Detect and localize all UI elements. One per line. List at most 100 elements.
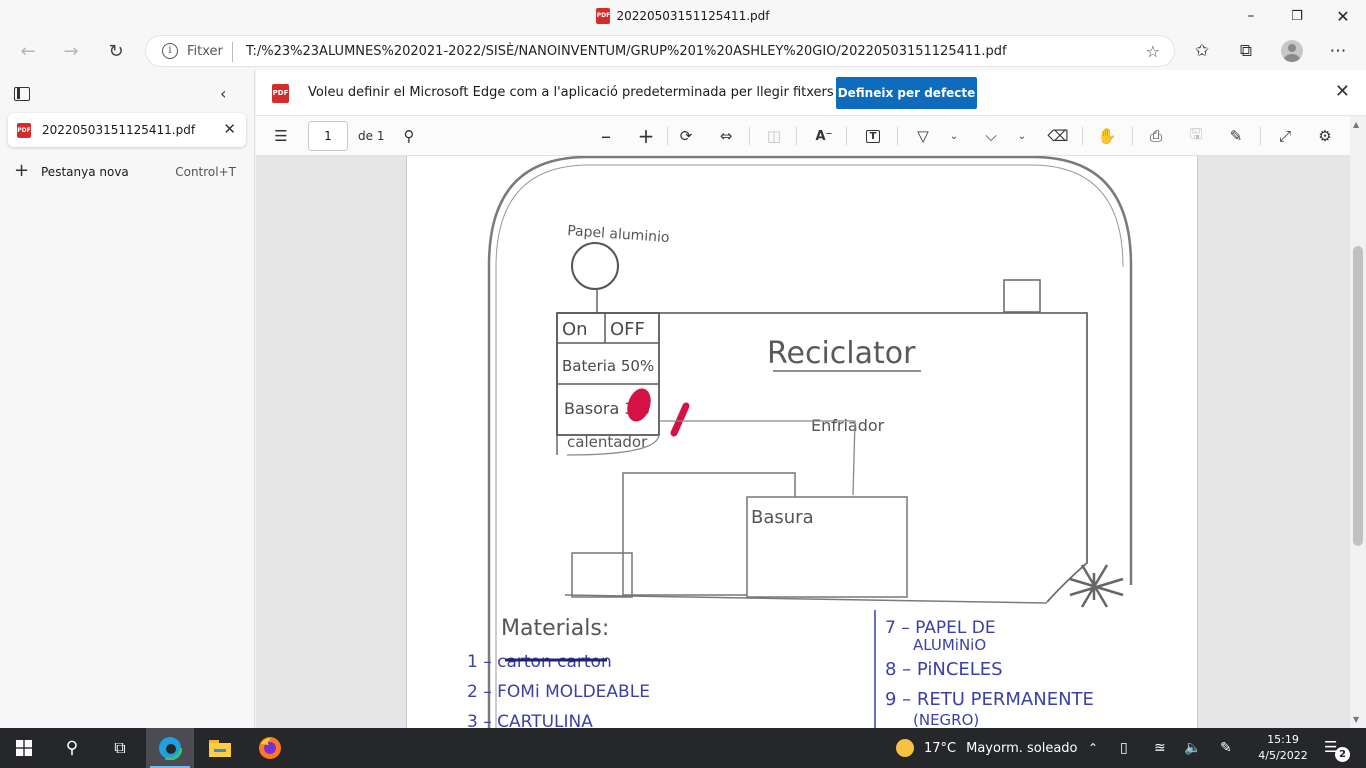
material-item: ALUMiNiO — [913, 636, 986, 654]
save-button[interactable]: 🖫 — [1183, 121, 1209, 151]
weather-temp: 17°C — [924, 740, 957, 756]
pdf-settings-button[interactable]: ⚙ — [1312, 121, 1338, 151]
back-button[interactable]: ← — [12, 36, 44, 66]
search-icon: ⚲ — [403, 127, 415, 145]
zoom-out-button[interactable]: – — [593, 121, 619, 151]
add-favorite-icon[interactable]: ☆ — [1146, 42, 1160, 61]
rotate-icon: ⟳ — [679, 127, 693, 145]
scheme-label: Fitxer — [187, 44, 223, 59]
page-view-button[interactable]: ◫ — [761, 121, 787, 151]
close-tab-icon[interactable]: ✕ — [223, 120, 236, 138]
close-infobar-icon[interactable]: ✕ — [1335, 81, 1350, 102]
clock-date: 4/5/2022 — [1258, 749, 1308, 762]
new-tab-button[interactable]: + Pestanya nova Control+T — [8, 160, 246, 184]
volume-button[interactable]: 🔈 — [1184, 728, 1201, 768]
file-explorer-button[interactable] — [196, 728, 244, 768]
restore-button[interactable]: ❐ — [1274, 0, 1320, 32]
chevron-down-icon: ⌄ — [949, 130, 959, 142]
info-icon[interactable]: i — [162, 43, 178, 59]
firefox-button[interactable] — [246, 728, 294, 768]
new-tab-shortcut: Control+T — [175, 165, 236, 179]
clock[interactable]: 15:19 4/5/2022 — [1248, 732, 1318, 764]
battery-icon: ▯ — [1120, 740, 1128, 756]
highlight-button[interactable]: ⌵ — [978, 121, 1004, 151]
close-window-button[interactable]: ✕ — [1320, 0, 1366, 32]
network-button[interactable]: ≊ — [1154, 728, 1166, 768]
address-divider — [232, 42, 233, 62]
edge-icon — [158, 736, 182, 760]
hand-icon: ✋ — [1097, 127, 1117, 145]
material-item: 8 – PiNCELES — [885, 659, 1003, 680]
notifications-button[interactable]: ☰ 2 — [1324, 738, 1350, 762]
minus-icon: – — [601, 124, 611, 148]
paper-label: Papel aluminio — [567, 223, 670, 246]
zoom-in-button[interactable]: + — [633, 121, 659, 151]
highlight-options-button[interactable]: ⌄ — [1014, 121, 1030, 151]
contents-button[interactable]: ☰ — [268, 121, 294, 151]
tab-item-pdf[interactable]: PDF 20220503151125411.pdf ✕ — [8, 113, 246, 147]
save-as-icon: ✎ — [1229, 127, 1243, 145]
fit-width-icon: ⇔ — [719, 127, 733, 145]
weather-desc: Mayorm. soleado — [966, 740, 1078, 756]
small-box-shape — [1003, 279, 1041, 313]
vertical-scrollbar[interactable]: ▲ ▼ — [1350, 116, 1366, 728]
collapse-pane-icon[interactable]: ‹ — [220, 84, 226, 103]
fit-width-button[interactable]: ⇔ — [713, 121, 739, 151]
favorites-button[interactable]: ✩ — [1186, 36, 1218, 66]
tab-actions-icon[interactable] — [14, 87, 30, 101]
find-button[interactable]: ⚲ — [396, 121, 422, 151]
scrollbar-thumb[interactable] — [1353, 246, 1363, 546]
refresh-icon: ↻ — [108, 40, 124, 62]
rotate-button[interactable]: ⟳ — [673, 121, 699, 151]
task-view-button[interactable]: ⧉ — [96, 728, 144, 768]
task-view-icon: ⧉ — [114, 738, 126, 757]
infobar-message: Voleu definir el Microsoft Edge com a l'… — [308, 85, 870, 100]
save-icon: 🖫 — [1189, 124, 1203, 143]
collections-button[interactable]: ⧉ — [1230, 36, 1262, 66]
collections-icon: ⧉ — [1239, 41, 1253, 61]
show-hidden-icons-button[interactable]: ⌃ — [1088, 728, 1098, 768]
read-aloud-icon: A⁻ — [815, 128, 833, 144]
scroll-down-icon[interactable]: ▼ — [1353, 715, 1359, 724]
draw-options-button[interactable]: ⌄ — [946, 121, 962, 151]
refresh-button[interactable]: ↻ — [100, 36, 132, 66]
erase-button[interactable]: ⌫ — [1045, 121, 1071, 151]
url-text[interactable]: T:/%23%23ALUMNES%202021-2022/SISÈ/NANOIN… — [246, 44, 1007, 59]
start-button[interactable] — [0, 728, 48, 768]
page-view-icon: ◫ — [766, 127, 782, 145]
page-number-input[interactable]: 1 — [308, 121, 348, 151]
pdf-file-icon: PDF — [272, 84, 289, 103]
edge-taskbar-button[interactable] — [146, 728, 194, 768]
forward-arrow-icon: → — [63, 40, 79, 62]
set-default-button[interactable]: Defineix per defecte — [836, 77, 977, 109]
print-button[interactable]: ⎙ — [1143, 121, 1169, 151]
draw-icon: ▽ — [917, 127, 929, 145]
firefox-icon — [259, 737, 281, 759]
vertical-tabs-panel: ‹ PDF 20220503151125411.pdf ✕ + Pestanya… — [0, 70, 255, 728]
scroll-up-icon[interactable]: ▲ — [1353, 120, 1359, 129]
read-aloud-button[interactable]: A⁻ — [811, 121, 837, 151]
basura-label: Basura — [751, 507, 814, 528]
search-taskbar-button[interactable]: ⚲ — [48, 728, 96, 768]
drawing-title: Reciclator — [767, 336, 916, 371]
minimize-button[interactable]: – — [1228, 0, 1274, 32]
text-box-icon: T — [865, 129, 881, 143]
address-bar[interactable]: i Fitxer T:/%23%23ALUMNES%202021-2022/SI… — [145, 35, 1175, 67]
touch-write-button[interactable]: ✋ — [1094, 121, 1120, 151]
toolbar-divider — [796, 127, 797, 145]
chevron-down-icon: ⌄ — [1017, 130, 1027, 142]
save-as-button[interactable]: ✎ — [1223, 121, 1249, 151]
printer-icon: ⎙ — [1149, 127, 1162, 145]
pen-button[interactable]: ✎ — [1220, 728, 1232, 768]
material-item: 2 – FOMi MOLDEABLE — [467, 682, 650, 702]
fullscreen-button[interactable]: ⤢ — [1272, 121, 1298, 151]
settings-more-button[interactable]: ⋯ — [1322, 36, 1354, 66]
draw-button[interactable]: ▽ — [910, 121, 936, 151]
list-icon: ☰ — [274, 127, 288, 145]
weather-widget[interactable]: 17°C Mayorm. soleado — [896, 728, 1078, 768]
forward-button[interactable]: → — [55, 36, 87, 66]
profile-button[interactable] — [1276, 36, 1308, 66]
battery-button[interactable]: ▯ — [1120, 728, 1128, 768]
add-text-button[interactable]: T — [860, 121, 886, 151]
pdf-viewport[interactable]: Papel aluminio On OFF Bateria 50% Basora… — [256, 156, 1350, 728]
